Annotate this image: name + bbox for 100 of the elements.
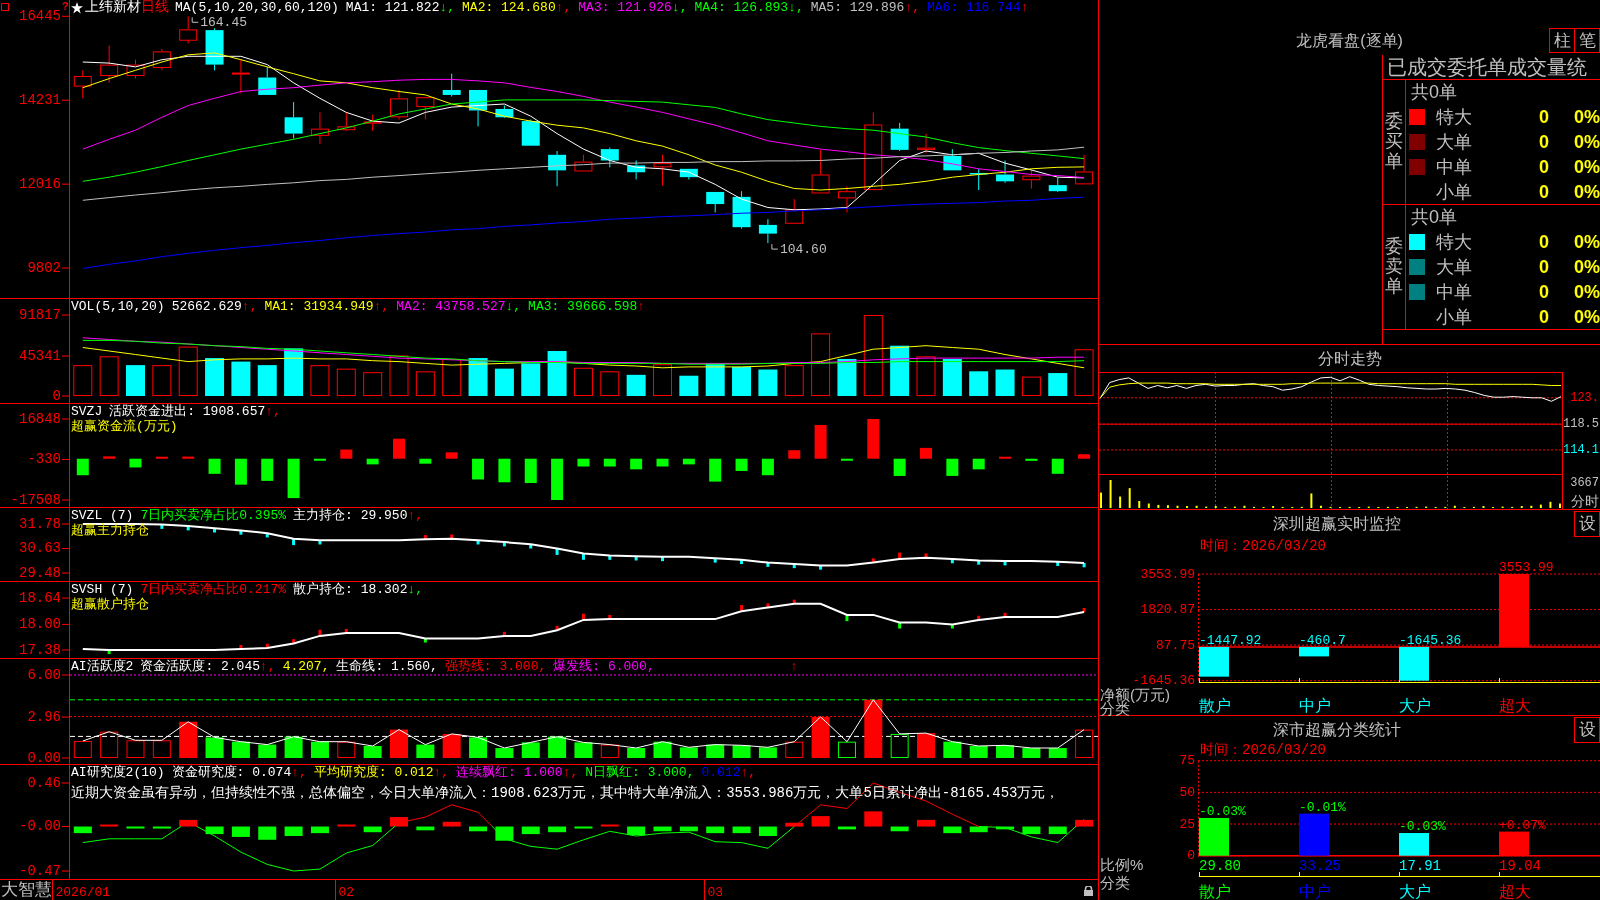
legend-item: 52662.629↑, (171, 299, 258, 315)
axis-label: 87.75 (1156, 637, 1195, 653)
legend-item: 7日内买卖净占比0.395% (140, 508, 287, 523)
order-size-label: 中单 (1436, 281, 1473, 302)
axis-label: 118.5 (1563, 417, 1599, 432)
legend-item: 活跃资金进出: 1908.657↑, (109, 404, 281, 419)
time-label: 时间：2026/03/20 (1200, 743, 1326, 757)
order-percent: 0% (1573, 181, 1600, 202)
legend-item: 主力持仓: 29.950↑, (293, 508, 424, 524)
axis-label: 6.00 (27, 666, 61, 683)
value-label: 29.80 (1199, 858, 1241, 874)
value-label: 3553.99 (1499, 560, 1554, 575)
group-label: 委卖单 (1385, 237, 1403, 297)
axis-label: 123. (1570, 391, 1599, 405)
order-count: 0 (1538, 107, 1549, 128)
date-label: 03 (707, 885, 723, 900)
axis-label: -1645.36 (1132, 673, 1195, 689)
order-percent: 0% (1573, 306, 1600, 327)
axis-label: 12016 (19, 175, 61, 192)
change-label: -0.01% (1299, 799, 1346, 815)
axis-label: 0.00 (27, 749, 61, 765)
legend-item: VOL(5,10,20) (71, 299, 165, 315)
value-label: 33.25 (1299, 858, 1341, 874)
legend-item: N日飘红: 3.000, (585, 765, 695, 781)
signal-arrow: ↑ (790, 659, 799, 675)
help-mark: ? (62, 0, 69, 12)
axis-label: 50 (1179, 784, 1195, 800)
order-size-label: 中单 (1436, 156, 1473, 177)
category-label: 大户 (1399, 697, 1431, 714)
period-label: 日线 (141, 0, 169, 15)
price-annotation: 104.60 (779, 242, 827, 258)
legend-item: MA6: 116.744↑ (927, 0, 1029, 16)
panel-title: 超赢散户持仓 (71, 598, 149, 612)
category-label: 超大 (1499, 883, 1531, 900)
axis-title: 比例% (1100, 856, 1144, 873)
axis-label: 2.96 (27, 708, 61, 725)
order-count: 0 (1538, 156, 1549, 177)
legend-item: MA1: 121.822↓, (345, 0, 456, 16)
axis-label: -17508 (10, 491, 61, 508)
volume-title: 分时 (1571, 493, 1599, 509)
order-count: 0 (1538, 132, 1549, 152)
legend-item: AI活跃度2 (71, 659, 134, 675)
volume-label: 3667 (1570, 476, 1599, 490)
panel-title: 分时走势 (1317, 348, 1382, 369)
axis-label: 114.1 (1563, 443, 1599, 458)
brand-label: 大智慧 (1, 880, 52, 900)
axis-label: 91817 (19, 306, 61, 323)
legend-item: MA4: 126.893↓, (694, 0, 804, 16)
order-percent: 0% (1573, 132, 1600, 152)
legend-item: SVZL (7) (71, 508, 134, 523)
legend-item: MA2: 124.680↑, (462, 0, 572, 16)
order-size-label: 大单 (1436, 132, 1473, 152)
order-count: 0 (1538, 232, 1549, 253)
axis-label: 16445 (19, 8, 61, 24)
category-label: 散户 (1199, 883, 1231, 900)
value-label: 17.91 (1399, 858, 1441, 874)
order-percent: 0% (1573, 156, 1600, 177)
order-size-label: 特大 (1436, 232, 1473, 253)
order-size-label: 小单 (1436, 181, 1473, 202)
axis-label: 18.00 (19, 616, 61, 633)
order-count: 0 (1538, 181, 1549, 202)
time-label: 时间：2026/03/20 (1200, 539, 1326, 553)
value-label: -460.7 (1299, 632, 1346, 648)
axis-label: 25 (1179, 816, 1195, 832)
legend-item: 生命线: 1.560, (336, 659, 438, 675)
stock-name: 上纬新材 (85, 0, 141, 15)
axis-label: 3553.99 (1140, 566, 1195, 582)
legend-item: 4.207, (282, 659, 330, 675)
table-title: 已成交委托单成交量统 (1387, 56, 1587, 78)
category-label: 中户 (1299, 883, 1331, 900)
legend-item: MA5: 129.896↑, (810, 0, 920, 16)
legend-item: 资金活跃度: 2.045↑, (140, 659, 276, 675)
group-total: 共0单 (1411, 207, 1457, 228)
value-label: 19.04 (1499, 858, 1541, 874)
order-size-label: 特大 (1436, 107, 1473, 128)
axis-label: 18.64 (19, 589, 61, 606)
panel-title: 龙虎看盘(逐单) (1296, 31, 1403, 51)
legend-item: 7日内买卖净占比0.217% (140, 582, 287, 597)
order-size-label: 大单 (1436, 257, 1473, 277)
axis-label: 29.48 (19, 564, 61, 581)
order-count: 0 (1538, 281, 1549, 302)
date-label: 02 (338, 885, 355, 900)
legend-item: 散户持仓: 18.302↓, (293, 582, 424, 598)
axis-label: 0 (52, 387, 61, 404)
legend-item: 连续飘红: 1.000↑, (456, 765, 579, 781)
legend-item: AI研究度2(10) (71, 765, 165, 781)
legend-item: MA3: 39666.598↑ (528, 299, 646, 315)
category-label: 超大 (1499, 697, 1531, 714)
panel-title: 超赢资金流(万元) (71, 420, 178, 434)
axis-label: 14231 (19, 91, 61, 108)
axis-title: 分类 (1100, 874, 1130, 891)
axis-label: -0.47 (19, 862, 61, 879)
legend-item: SVZJ (71, 404, 103, 419)
axis-label: 31.78 (19, 515, 61, 532)
change-label: -0.03% (1199, 803, 1246, 819)
legend-item: 爆发线: 6.000, (553, 659, 655, 675)
axis-label: 0.46 (27, 774, 61, 791)
group-total: 共0单 (1411, 82, 1457, 103)
panel-title: 深市超赢分类统计 (1272, 721, 1401, 739)
axis-label: 16848 (19, 410, 61, 427)
